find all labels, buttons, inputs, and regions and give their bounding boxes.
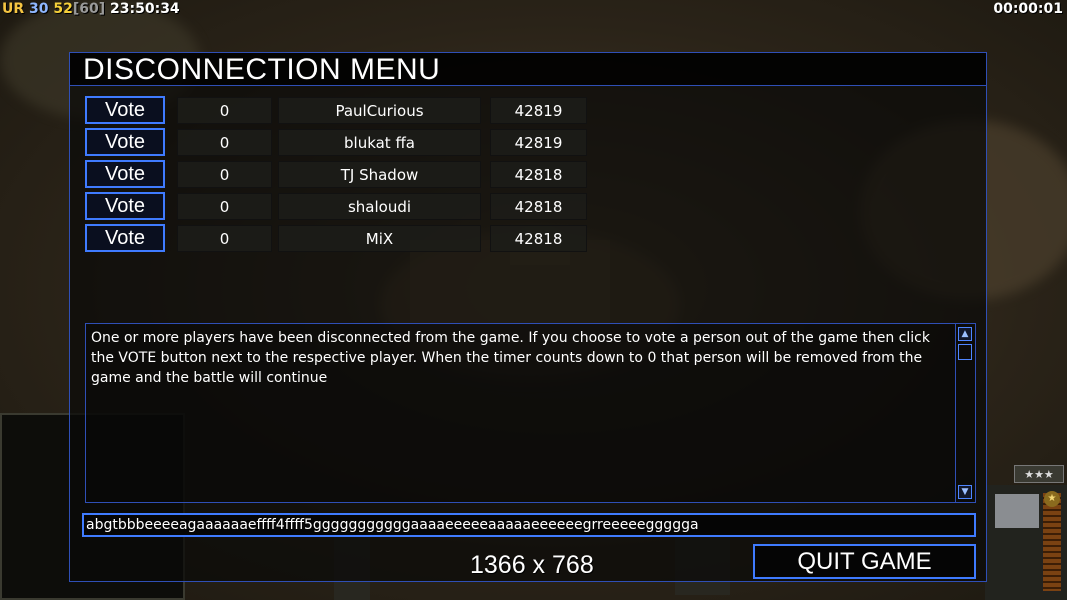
message-scrollbar[interactable]: ▲ ▼ — [955, 324, 975, 502]
vote-count: 0 — [177, 161, 272, 188]
player-name: TJ Shadow — [278, 161, 481, 188]
scroll-thumb[interactable] — [958, 344, 972, 360]
unit-portrait — [995, 494, 1039, 528]
quit-game-button[interactable]: QUIT GAME — [753, 544, 976, 579]
general-star-icon[interactable]: ★ — [1044, 491, 1060, 507]
player-frame: 42818 — [490, 193, 587, 220]
player-name: blukat ffa — [278, 129, 481, 156]
dialog-title: DISCONNECTION MENU — [83, 53, 441, 86]
vote-button[interactable]: Vote — [85, 224, 165, 252]
player-frame: 42818 — [490, 161, 587, 188]
vote-count: 0 — [177, 129, 272, 156]
chat-input[interactable]: abgtbbbeeeeagaaaaaaeffff4ffff5gggggggggg… — [82, 513, 976, 537]
hud-ur-label: UR — [2, 1, 25, 17]
vote-button[interactable]: Vote — [85, 96, 165, 124]
player-frame: 42818 — [490, 225, 587, 252]
hud-value-c: [60] — [72, 1, 106, 17]
game-timer: 00:00:01 — [993, 1, 1063, 17]
disconnect-message: One or more players have been disconnect… — [91, 330, 930, 386]
disconnection-dialog: DISCONNECTION MENU Vote 0 PaulCurious 42… — [69, 52, 987, 582]
player-name: MiX — [278, 225, 481, 252]
resolution-label: 1366 x 768 — [470, 551, 594, 579]
vote-count: 0 — [177, 225, 272, 252]
vote-count: 0 — [177, 97, 272, 124]
vote-button[interactable]: Vote — [85, 160, 165, 188]
hud-value-b: 52 — [53, 1, 73, 17]
rank-stars: ★★★ — [1014, 465, 1064, 483]
hud-clock: 23:50:34 — [110, 1, 180, 17]
vote-button[interactable]: Vote — [85, 128, 165, 156]
scroll-up-icon[interactable]: ▲ — [958, 327, 972, 341]
scroll-down-icon[interactable]: ▼ — [958, 485, 972, 499]
player-name: shaloudi — [278, 193, 481, 220]
hud-value-a: 30 — [29, 1, 49, 17]
message-box[interactable]: One or more players have been disconnect… — [85, 323, 976, 503]
dialog-title-bar: DISCONNECTION MENU — [70, 53, 986, 86]
player-name: PaulCurious — [278, 97, 481, 124]
player-frame: 42819 — [490, 97, 587, 124]
power-bar — [1042, 492, 1062, 592]
vote-button[interactable]: Vote — [85, 192, 165, 220]
vote-count: 0 — [177, 193, 272, 220]
player-frame: 42819 — [490, 129, 587, 156]
hud-stats: UR 30 52[60] 23:50:34 — [2, 1, 180, 17]
